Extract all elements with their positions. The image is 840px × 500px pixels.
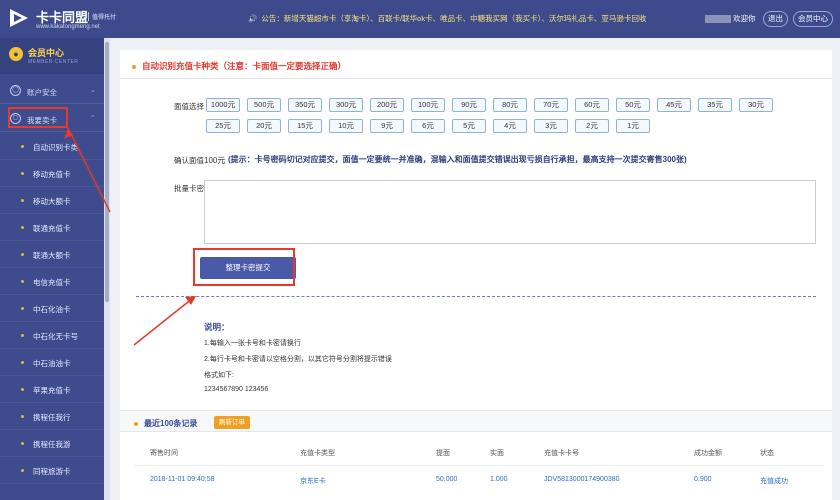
annotation-arrowhead [64, 128, 73, 139]
annotation-arrow-line [133, 297, 194, 346]
annotation-arrow-line [67, 127, 111, 213]
annotation-arrows [64, 127, 196, 346]
